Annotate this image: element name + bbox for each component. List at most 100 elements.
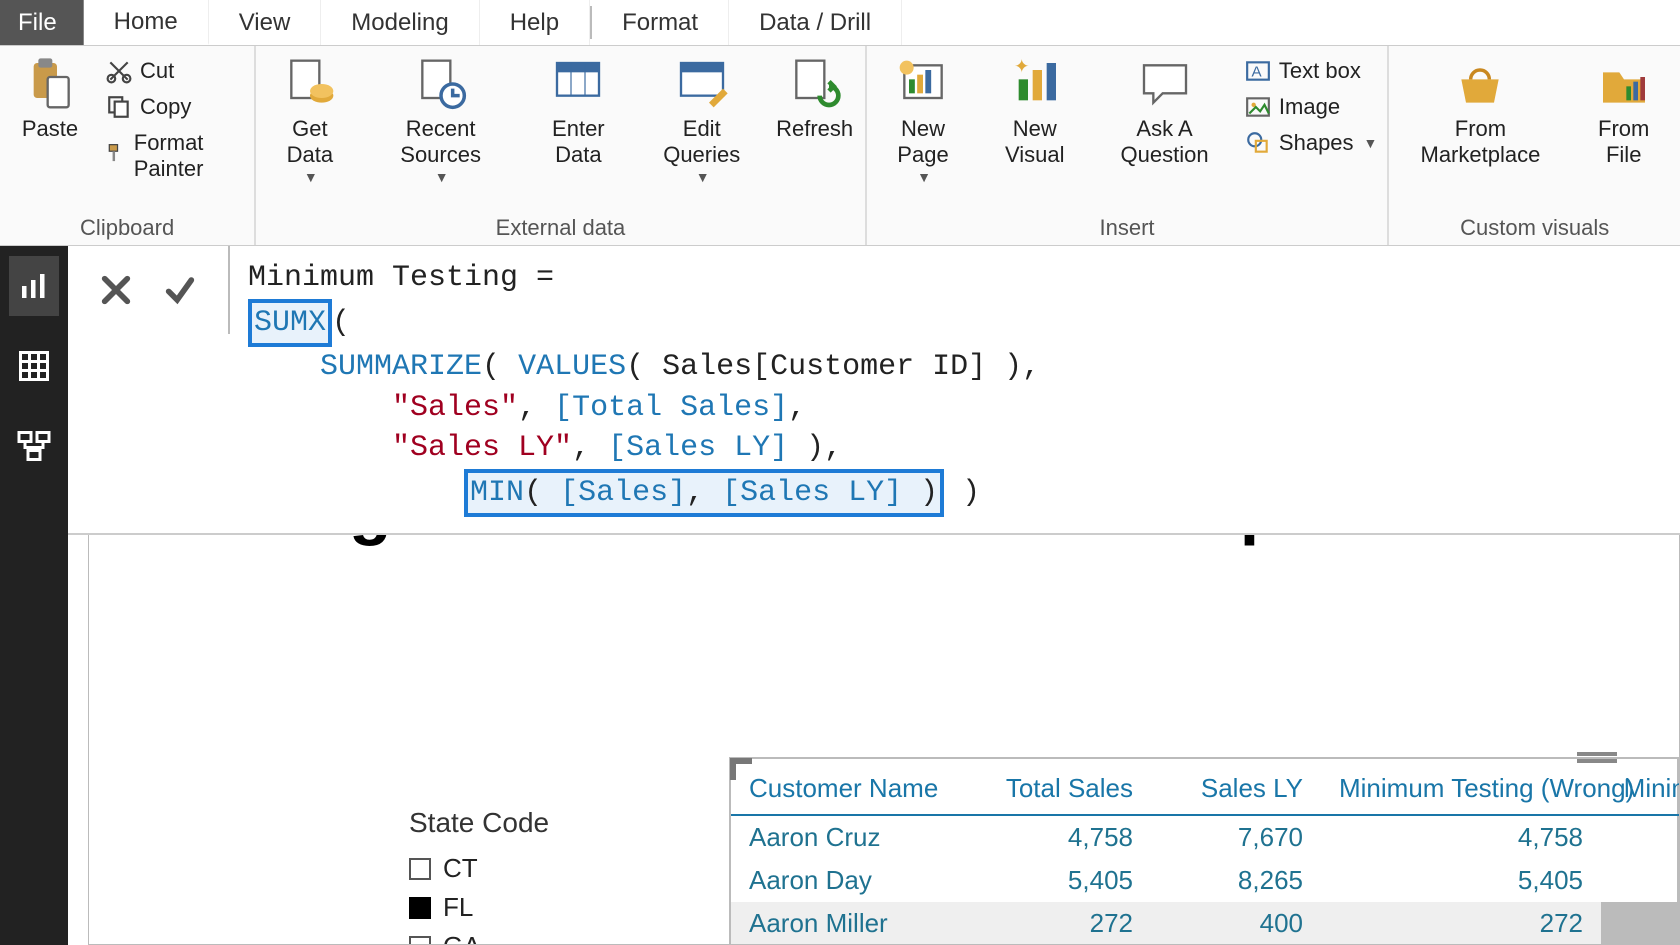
image-label: Image [1279,94,1340,120]
enter-data-icon [550,56,606,112]
table-cell: 272 [1321,902,1601,945]
format-painter-icon [106,143,126,169]
cut-icon [106,58,132,84]
svg-text:✦: ✦ [1014,56,1030,76]
table-cell: 5,405 [981,859,1151,902]
new-page-icon [895,56,951,112]
shapes-label: Shapes [1279,130,1354,156]
edit-queries-button[interactable]: Edit Queries ▼ [645,52,759,189]
left-nav-rail [0,246,68,945]
paste-button[interactable]: Paste [10,52,90,146]
menu-tab-view[interactable]: View [209,0,322,45]
menu-tab-format[interactable]: Format [592,0,729,45]
edit-queries-label: Edit Queries [653,116,751,169]
copy-label: Copy [140,94,191,120]
image-button[interactable]: Image [1245,94,1377,120]
table-cell [1601,815,1680,859]
data-view-button[interactable] [9,336,59,396]
cut-button[interactable]: Cut [106,58,244,84]
ribbon-group-custom-visuals: From Marketplace From File Custom visual… [1389,46,1680,245]
paste-icon [22,56,78,112]
enter-data-label: Enter Data [536,116,621,169]
from-file-icon [1596,56,1652,112]
table-cell: 5,405 [1321,859,1601,902]
format-painter-label: Format Painter [134,130,245,182]
from-file-label: From File [1585,116,1662,169]
refresh-button[interactable]: Refresh [775,52,855,146]
table-row[interactable]: Aaron Miller272400272 [731,902,1680,945]
menu-tab-home[interactable]: Home [84,0,209,45]
edit-queries-icon [674,56,730,112]
refresh-label: Refresh [776,116,853,142]
drag-handle-icon[interactable] [1577,749,1617,767]
table-cell: Aaron Cruz [731,815,981,859]
table-row[interactable]: Aaron Cruz4,7587,6704,758 [731,815,1680,859]
ribbon-group-label-insert: Insert [877,211,1378,241]
table-row[interactable]: Aaron Day5,4058,2655,405 [731,859,1680,902]
table-visual[interactable]: Customer NameTotal SalesSales LYMinimum … [729,757,1679,945]
copy-icon [106,94,132,120]
table-cell: 4,758 [981,815,1151,859]
checkbox-icon[interactable] [409,936,431,945]
new-visual-button[interactable]: ✦ New Visual [985,52,1084,173]
table-header[interactable]: Minimum Testing (Wrong) [1321,759,1601,815]
checkbox-icon[interactable] [409,858,431,880]
menu-tab-data-drill[interactable]: Data / Drill [729,0,902,45]
enter-data-button[interactable]: Enter Data [528,52,629,173]
shapes-button[interactable]: Shapes ▼ [1245,130,1377,156]
recent-sources-button[interactable]: Recent Sources ▼ [369,52,511,189]
table-header[interactable]: Total Sales [981,759,1151,815]
get-data-label: Get Data [274,116,345,169]
new-page-label: New Page [885,116,962,169]
slicer-item[interactable]: FL [409,892,549,923]
from-marketplace-button[interactable]: From Marketplace [1399,52,1561,173]
table-header[interactable]: Sales LY [1151,759,1321,815]
get-data-button[interactable]: Get Data ▼ [266,52,353,189]
ask-a-question-button[interactable]: Ask A Question [1100,52,1229,173]
menu-tab-modeling[interactable]: Modeling [321,0,479,45]
cut-label: Cut [140,58,174,84]
svg-text:A: A [1251,63,1262,80]
commit-formula-button[interactable] [156,266,204,314]
ribbon-group-clipboard: Paste Cut Copy [0,46,256,245]
menu-bar: File Home View Modeling Help Format Data… [0,0,1680,46]
text-box-button[interactable]: A Text box [1245,58,1377,84]
slicer-state-code[interactable]: State Code CTFLGAMAMDNC [409,807,549,945]
slicer-item[interactable]: CT [409,853,549,884]
slicer-item-label: CT [443,853,478,884]
data-table: Customer NameTotal SalesSales LYMinimum … [731,759,1680,945]
ribbon-group-label-custom-visuals: Custom visuals [1399,211,1670,241]
text-box-label: Text box [1279,58,1361,84]
ribbon-group-label-clipboard: Clipboard [10,211,244,241]
table-header[interactable]: Customer Name [731,759,981,815]
report-view-button[interactable] [9,256,59,316]
chevron-down-icon: ▼ [917,169,931,185]
model-view-button[interactable] [9,416,59,476]
menu-tab-help[interactable]: Help [480,0,590,45]
slicer-item[interactable]: GA [409,931,549,945]
resize-handle-icon[interactable] [730,758,752,780]
table-cell: 272 [981,902,1151,945]
refresh-icon [787,56,843,112]
from-file-button[interactable]: From File [1577,52,1670,173]
formula-editor[interactable]: Minimum Testing = SUMX( SUMMARIZE( VALUE… [230,246,1058,533]
paste-label: Paste [22,116,78,142]
format-painter-button[interactable]: Format Painter [106,130,244,182]
chevron-down-icon: ▼ [304,169,318,185]
shapes-icon [1245,130,1271,156]
menu-file[interactable]: File [0,0,84,45]
cancel-formula-button[interactable] [92,266,140,314]
table-cell [1601,902,1680,945]
ribbon: Paste Cut Copy [0,46,1680,246]
new-visual-label: New Visual [993,116,1076,169]
copy-button[interactable]: Copy [106,94,244,120]
ask-a-question-label: Ask A Question [1108,116,1221,169]
table-cell [1601,859,1680,902]
slicer-item-label: GA [443,931,481,945]
chevron-down-icon: ▼ [435,169,449,185]
slicer-item-label: FL [443,892,473,923]
text-box-icon: A [1245,58,1271,84]
checkbox-icon[interactable] [409,897,431,919]
ribbon-group-label-external-data: External data [266,211,854,241]
new-page-button[interactable]: New Page ▼ [877,52,970,189]
